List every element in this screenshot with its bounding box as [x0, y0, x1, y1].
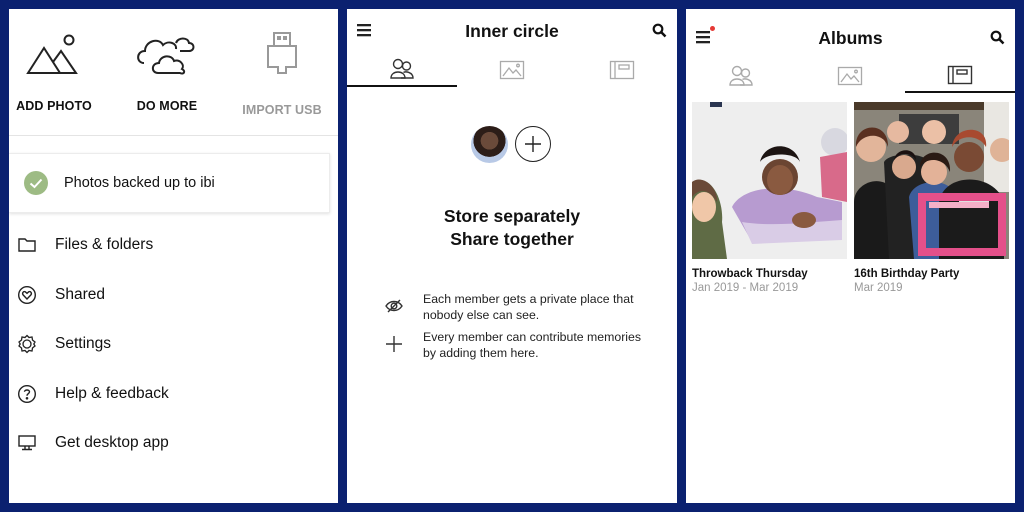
menu-label: Help & feedback — [55, 385, 169, 402]
tab-photos[interactable] — [457, 53, 567, 87]
search-icon[interactable] — [652, 23, 667, 38]
folder-icon — [18, 238, 36, 252]
backup-status-card: Photos backed up to ibi — [9, 153, 330, 213]
menu-label: Get desktop app — [55, 434, 169, 451]
photo-icon — [838, 66, 863, 86]
clouds-icon — [137, 37, 195, 75]
feature-text: Every member can contribute memories by … — [423, 330, 642, 360]
people-icon — [729, 65, 753, 86]
search-icon[interactable] — [990, 30, 1005, 45]
inner-circle-panel: Inner circle Store separately Share toge… — [347, 9, 677, 503]
menu-item-settings[interactable]: Settings — [9, 324, 338, 364]
add-photo-button[interactable]: ADD PHOTO — [9, 31, 109, 113]
help-circle-icon — [17, 384, 37, 404]
do-more-button[interactable]: DO MORE — [112, 31, 222, 113]
member-avatar[interactable] — [471, 126, 508, 163]
add-photo-label: ADD PHOTO — [16, 99, 92, 113]
album-card[interactable]: Throwback Thursday Jan 2019 - Mar 2019 — [692, 102, 847, 294]
side-menu-panel: ADD PHOTO DO MORE IMPORT USB Photos back… — [9, 9, 338, 503]
tagline-line2: Share together — [450, 229, 574, 249]
tab-people[interactable] — [347, 53, 457, 87]
menu-label: Files & folders — [55, 236, 154, 253]
albums-panel: Albums Throwback Thursday Jan 2019 - Mar… — [686, 9, 1015, 503]
app-header: Albums — [686, 9, 1015, 53]
gear-icon — [18, 334, 36, 354]
tab-bar — [686, 59, 1015, 93]
page-title: Albums — [818, 28, 883, 48]
menu-item-files-folders[interactable]: Files & folders — [9, 225, 338, 265]
mountain-photo-icon — [26, 34, 78, 74]
do-more-label: DO MORE — [136, 99, 198, 113]
menu-item-get-desktop-app[interactable]: Get desktop app — [9, 423, 338, 463]
album-icon — [609, 60, 635, 80]
import-usb-label: IMPORT USB — [242, 103, 322, 117]
feature-text: Each member gets a private place that no… — [423, 292, 634, 322]
menu-item-help-feedback[interactable]: Help & feedback — [9, 374, 338, 414]
album-date: Mar 2019 — [854, 282, 903, 294]
tab-bar — [347, 53, 677, 87]
page-title: Inner circle — [465, 21, 559, 41]
eye-off-icon — [385, 299, 403, 313]
people-icon — [390, 58, 414, 79]
desktop-icon — [18, 435, 36, 451]
album-thumbnail — [854, 102, 1009, 259]
album-thumbnail — [692, 102, 847, 259]
photo-icon — [499, 60, 525, 80]
tagline-line1: Store separately — [443, 206, 581, 226]
usb-icon — [267, 32, 297, 74]
menu-label: Settings — [55, 335, 112, 352]
tab-albums[interactable] — [905, 59, 1015, 93]
tagline: Store separately Share together — [347, 205, 677, 251]
members-row — [347, 126, 677, 166]
album-icon — [947, 65, 973, 85]
album-date: Jan 2019 - Mar 2019 — [692, 282, 799, 294]
tab-albums[interactable] — [567, 53, 677, 87]
album-name: Throwback Thursday — [692, 268, 808, 280]
menu-item-shared[interactable]: Shared — [9, 275, 338, 315]
app-header: Inner circle — [347, 9, 677, 53]
tab-photos[interactable] — [796, 59, 906, 93]
quick-actions: ADD PHOTO DO MORE IMPORT USB — [9, 9, 338, 136]
tab-people[interactable] — [686, 59, 796, 93]
album-card[interactable]: 16th Birthday Party Mar 2019 — [854, 102, 1009, 294]
album-name: 16th Birthday Party — [854, 268, 960, 280]
check-circle-icon — [24, 171, 48, 195]
import-usb-button[interactable]: IMPORT USB — [227, 31, 337, 117]
add-member-button[interactable] — [515, 126, 551, 162]
plus-icon — [525, 136, 541, 152]
plus-icon — [386, 336, 402, 352]
backup-status-text: Photos backed up to ibi — [64, 175, 215, 191]
menu-label: Shared — [55, 286, 105, 303]
heart-circle-icon — [17, 285, 37, 305]
